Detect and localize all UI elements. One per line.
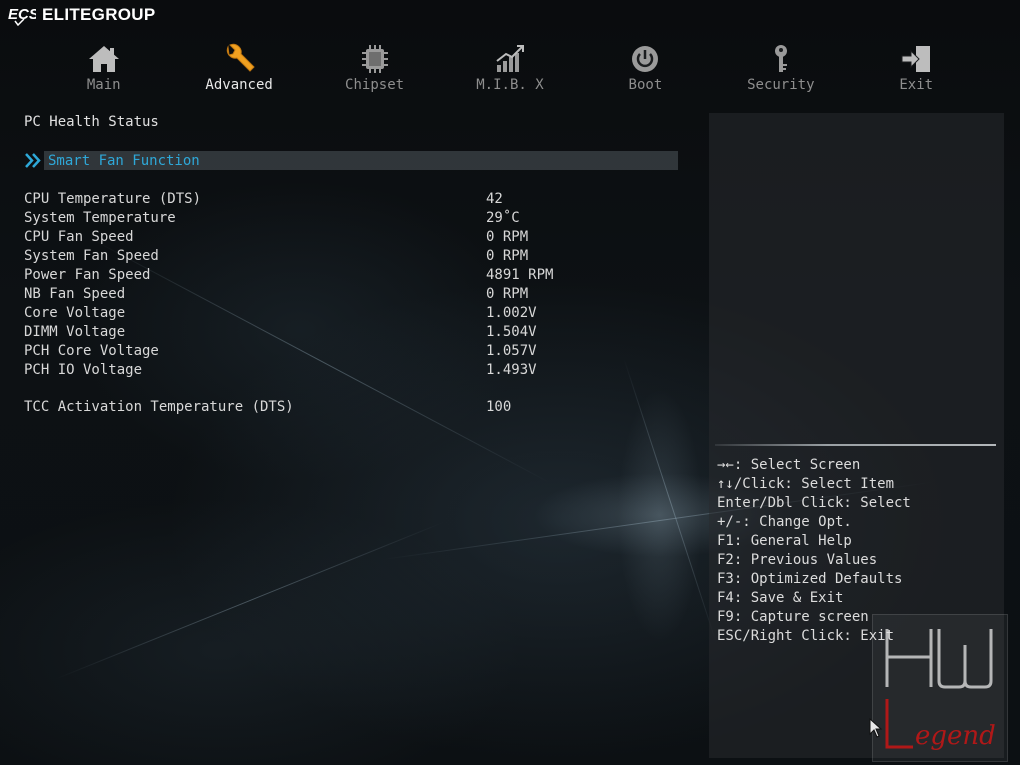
help-select-screen: →←: Select Screen [717, 457, 861, 473]
reading-label: PCH Core Voltage [24, 343, 159, 359]
main-panel: PC Health Status Smart Fan Function CPU … [24, 114, 680, 415]
reading-row: PCH Core Voltage 1.057V [24, 342, 680, 361]
reading-value: 1.002V [486, 305, 537, 321]
reading-row: DIMM Voltage 1.504V [24, 323, 680, 342]
tcc-activation-row: TCC Activation Temperature (DTS) 100 [24, 398, 680, 417]
smart-fan-function-label: Smart Fan Function [48, 152, 200, 169]
help-divider [715, 444, 996, 446]
reading-label: CPU Fan Speed [24, 229, 134, 245]
double-chevron-right-icon [25, 153, 41, 168]
reading-value: 0 RPM [486, 229, 529, 245]
tab-chipset-label: Chipset [345, 77, 405, 93]
reading-value: 29˚C [486, 210, 520, 226]
brand-name: ELITEGROUP [42, 5, 156, 24]
tab-exit[interactable]: Exit [849, 42, 984, 98]
reading-row: CPU Temperature (DTS) 42 [24, 190, 680, 209]
home-icon [86, 42, 122, 76]
reading-label: CPU Temperature (DTS) [24, 191, 202, 207]
help-save-exit: F4: Save & Exit [717, 590, 844, 606]
power-icon [627, 42, 663, 76]
tab-mib-x-label: M.I.B. X [476, 77, 544, 93]
top-tab-bar: Main Advanced Chipset M.I.B. X Boot Secu… [36, 42, 984, 98]
svg-text:egend: egend [915, 721, 996, 751]
tab-security-label: Security [747, 77, 815, 93]
reading-row: PCH IO Voltage 1.493V [24, 361, 680, 380]
chart-icon [492, 42, 528, 76]
exit-icon [898, 42, 934, 76]
reading-value: 0 RPM [486, 286, 529, 302]
reading-value: 1.493V [486, 362, 537, 378]
tab-main[interactable]: Main [36, 42, 171, 98]
tcc-value: 100 [486, 399, 512, 415]
reading-row: System Fan Speed 0 RPM [24, 247, 680, 266]
ecs-logo-icon: ECS [8, 6, 36, 26]
tab-security[interactable]: Security [713, 42, 848, 98]
tab-main-label: Main [86, 77, 121, 93]
reading-row: NB Fan Speed 0 RPM [24, 285, 680, 304]
reading-value: 1.504V [486, 324, 537, 340]
reading-label: NB Fan Speed [24, 286, 126, 302]
reading-label: System Fan Speed [24, 248, 159, 264]
tab-boot-label: Boot [628, 77, 663, 93]
tab-advanced[interactable]: Advanced [171, 42, 306, 98]
reading-value: 42 [486, 191, 503, 207]
mouse-cursor-icon [869, 718, 883, 738]
hwlegend-watermark: egend [872, 614, 1008, 762]
reading-value: 0 RPM [486, 248, 529, 264]
hwlegend-logo-icon: egend [885, 629, 996, 751]
reading-row: CPU Fan Speed 0 RPM [24, 228, 680, 247]
key-icon [763, 42, 799, 76]
tab-chipset[interactable]: Chipset [307, 42, 442, 98]
reading-label: Core Voltage [24, 305, 126, 321]
reading-value: 4891 RPM [486, 267, 554, 283]
reading-row: Core Voltage 1.002V [24, 304, 680, 323]
page-title: PC Health Status [24, 114, 159, 130]
tab-boot[interactable]: Boot [578, 42, 713, 98]
help-previous-values: F2: Previous Values [717, 552, 878, 568]
help-change-opt: +/-: Change Opt. [717, 514, 852, 530]
reading-value: 1.057V [486, 343, 537, 359]
help-general-help: F1: General Help [717, 533, 852, 549]
reading-label: Power Fan Speed [24, 267, 151, 283]
reading-label: System Temperature [24, 210, 176, 226]
tab-advanced-label: Advanced [205, 77, 273, 93]
brand: ECS ELITEGROUP [8, 4, 156, 26]
tab-exit-label: Exit [899, 77, 934, 93]
help-optimized-defaults: F3: Optimized Defaults [717, 571, 903, 587]
chip-icon [357, 42, 393, 76]
reading-row: Power Fan Speed 4891 RPM [24, 266, 680, 285]
help-select-item: ↑↓/Click: Select Item [717, 476, 895, 492]
wrench-icon [221, 42, 257, 76]
reading-label: DIMM Voltage [24, 324, 126, 340]
health-readings: CPU Temperature (DTS) 42 System Temperatu… [24, 190, 680, 380]
tab-mib-x[interactable]: M.I.B. X [442, 42, 577, 98]
smart-fan-function-item[interactable]: Smart Fan Function [24, 151, 678, 170]
help-select: Enter/Dbl Click: Select [717, 495, 911, 511]
reading-row: System Temperature 29˚C [24, 209, 680, 228]
tcc-label: TCC Activation Temperature (DTS) [24, 399, 294, 415]
reading-label: PCH IO Voltage [24, 362, 143, 378]
